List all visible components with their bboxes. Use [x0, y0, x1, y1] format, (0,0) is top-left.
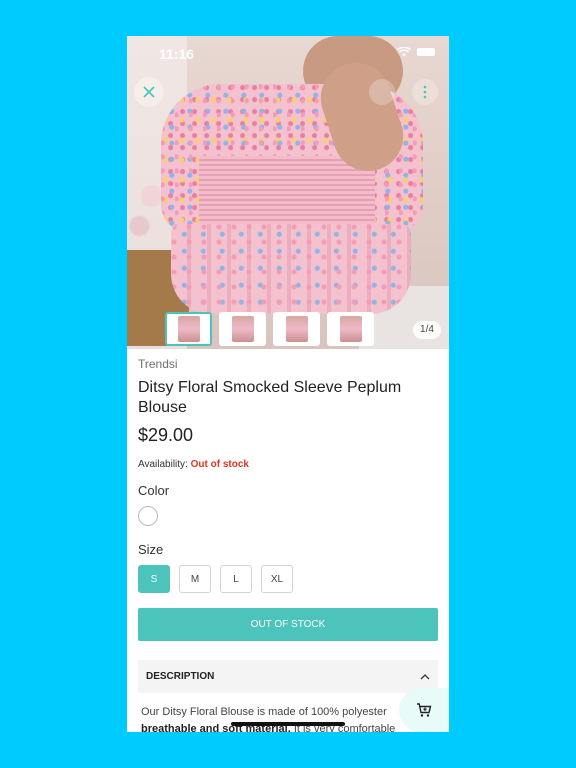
- product-title: Ditsy Floral Smocked Sleeve Peplum Blous…: [138, 379, 402, 416]
- close-icon: [143, 86, 155, 98]
- brand-name[interactable]: Trendsi: [138, 357, 178, 371]
- image-blouse-peplum: [171, 224, 411, 314]
- size-option-xl[interactable]: XL: [261, 565, 293, 593]
- add-to-cart-icon: [417, 702, 432, 717]
- wifi-icon: [397, 47, 411, 57]
- size-options: S M L XL: [138, 565, 293, 593]
- thumbnail-image: [231, 316, 254, 342]
- chevron-up-icon: [420, 673, 430, 679]
- heart-icon: [375, 86, 389, 98]
- close-button[interactable]: [134, 77, 164, 107]
- status-icons: [397, 47, 435, 57]
- stock-status: Out of stock: [190, 459, 249, 470]
- size-option-m[interactable]: M: [179, 565, 211, 593]
- favorite-button[interactable]: [369, 79, 395, 105]
- availability: Availability: Out of stock: [138, 459, 249, 470]
- cart-button[interactable]: [399, 688, 449, 732]
- out-of-stock-button[interactable]: OUT OF STOCK: [138, 608, 438, 641]
- product-image[interactable]: [127, 36, 449, 349]
- image-blouse-smocking: [199, 156, 375, 230]
- size-label: Size: [138, 542, 164, 557]
- description-line-1: Our Ditsy Floral Blouse is made of 100% …: [141, 706, 387, 718]
- thumbnail[interactable]: [327, 312, 374, 346]
- image-thumbnails: [165, 312, 374, 346]
- thumbnail[interactable]: [165, 312, 212, 346]
- description-text: Our Ditsy Floral Blouse is made of 100% …: [141, 704, 441, 732]
- thumbnail[interactable]: [273, 312, 320, 346]
- home-indicator[interactable]: [231, 722, 345, 726]
- description-accordion[interactable]: DESCRIPTION: [138, 660, 438, 693]
- phone-screen: 11:16 1/4 Trendsi Ditsy Floral Smocked S…: [127, 36, 449, 732]
- more-options-button[interactable]: [412, 79, 438, 105]
- thumbnail-image: [285, 316, 308, 342]
- color-swatch-white[interactable]: [138, 506, 158, 526]
- status-time: 11:16: [159, 46, 195, 62]
- battery-icon: [417, 48, 435, 56]
- image-counter: 1/4: [413, 321, 441, 339]
- thumbnail-image: [339, 316, 362, 342]
- more-vertical-icon: [423, 85, 427, 99]
- size-option-s[interactable]: S: [138, 565, 170, 593]
- thumbnail[interactable]: [219, 312, 266, 346]
- description-title: DESCRIPTION: [146, 671, 215, 682]
- color-label: Color: [138, 483, 170, 498]
- availability-label: Availability:: [138, 459, 188, 470]
- product-price: $29.00: [138, 425, 194, 445]
- thumbnail-image: [177, 316, 200, 342]
- size-option-l[interactable]: L: [220, 565, 252, 593]
